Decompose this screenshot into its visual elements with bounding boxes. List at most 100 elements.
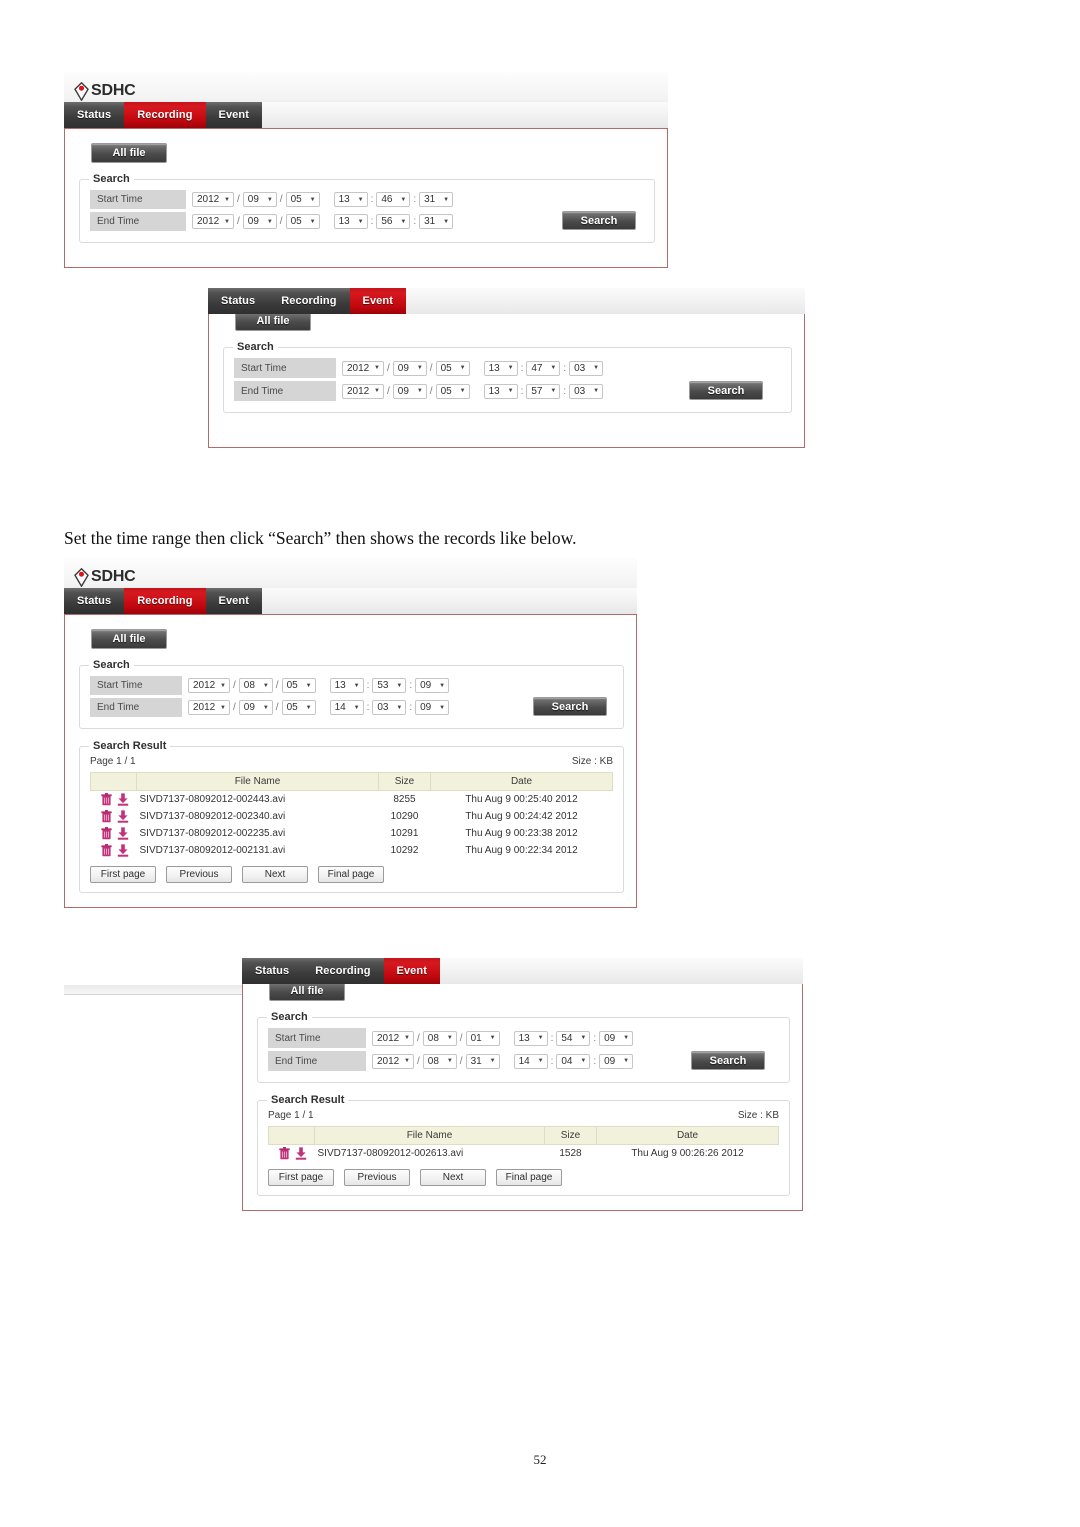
start-time-second[interactable]: 09 ▼: [415, 678, 450, 693]
start-time-minute[interactable]: 54 ▼: [556, 1030, 591, 1046]
end-time-month[interactable]: 08 ▼: [422, 1053, 457, 1069]
tab-status[interactable]: Status: [64, 588, 125, 614]
all-file-button[interactable]: All file: [91, 629, 167, 649]
pager-first-page[interactable]: First page: [268, 1169, 334, 1186]
start-time-year[interactable]: 2012 ▼: [372, 1030, 414, 1046]
end-time-second[interactable]: 09 ▼: [415, 700, 450, 715]
download-icon[interactable]: [117, 793, 129, 806]
search-button-wrap: Search: [562, 190, 636, 234]
end-time-day[interactable]: 05 ▼: [435, 383, 470, 399]
tab-event[interactable]: Event: [205, 102, 262, 128]
panel-body: All file Search Start Time 2012 ▼ / 08 ▼ / 05 ▼ 13 ▼…: [64, 614, 637, 908]
all-file-button[interactable]: All file: [269, 981, 345, 1001]
end-time-second-value: 09: [420, 702, 432, 713]
date-separator: /: [237, 216, 240, 227]
pager-previous[interactable]: Previous: [166, 866, 232, 883]
trash-icon[interactable]: [100, 793, 112, 806]
search-button[interactable]: Search: [689, 381, 763, 400]
start-time-month[interactable]: 09 ▼: [392, 360, 427, 376]
pager-next[interactable]: Next: [242, 866, 308, 883]
end-time-label: End Time: [90, 212, 186, 231]
start-time-minute[interactable]: 46 ▼: [376, 192, 411, 207]
end-time-year[interactable]: 2012 ▼: [372, 1053, 414, 1069]
download-icon[interactable]: [117, 844, 129, 857]
trash-icon[interactable]: [100, 827, 112, 840]
tab-status[interactable]: Status: [64, 102, 125, 128]
start-time-year[interactable]: 2012 ▼: [192, 192, 234, 207]
start-time-day[interactable]: 05 ▼: [281, 678, 316, 693]
pager-final-page[interactable]: Final page: [496, 1169, 562, 1186]
end-time-month[interactable]: 09 ▼: [392, 383, 427, 399]
start-time-month[interactable]: 08 ▼: [422, 1030, 457, 1046]
start-time-month[interactable]: 08 ▼: [238, 678, 273, 693]
start-time-hour[interactable]: 13 ▼: [329, 678, 364, 693]
tab-status[interactable]: Status: [242, 958, 303, 984]
time-rows: Start Time 2012 ▼/09 ▼/05 ▼ 13 ▼:47 ▼:03 ▼ End Ti…: [234, 358, 689, 404]
end-time-hour[interactable]: 13 ▼: [483, 383, 518, 399]
start-time-hour[interactable]: 13 ▼: [333, 192, 368, 207]
end-time-day[interactable]: 05 ▼: [285, 214, 320, 229]
start-time-minute[interactable]: 53 ▼: [372, 678, 407, 693]
pager-final-page[interactable]: Final page: [318, 866, 384, 883]
start-time-second[interactable]: 31 ▼: [419, 192, 454, 207]
trash-icon[interactable]: [100, 810, 112, 823]
start-time-hour-value: 13: [518, 1032, 530, 1044]
end-time-day[interactable]: 31 ▼: [465, 1053, 500, 1069]
table-row: SIVD7137-08092012-002613.avi 1528 Thu Aug …: [269, 1145, 779, 1163]
pager-next[interactable]: Next: [420, 1169, 486, 1186]
end-time-month[interactable]: 09 ▼: [238, 700, 273, 715]
start-time-year[interactable]: 2012 ▼: [188, 678, 230, 693]
trash-icon[interactable]: [278, 1147, 290, 1160]
end-time-year[interactable]: 2012 ▼: [342, 383, 384, 399]
all-file-button[interactable]: All file: [235, 311, 311, 331]
start-time-hour[interactable]: 13 ▼: [513, 1030, 548, 1046]
tab-recording[interactable]: Recording: [302, 958, 384, 984]
start-time-year[interactable]: 2012 ▼: [342, 360, 384, 376]
tab-recording[interactable]: Recording: [124, 588, 206, 614]
pager-previous[interactable]: Previous: [344, 1169, 410, 1186]
chevron-down-icon: ▼: [537, 1035, 544, 1041]
end-time-minute[interactable]: 56 ▼: [376, 214, 411, 229]
start-time-second[interactable]: 03 ▼: [569, 360, 604, 376]
tab-recording[interactable]: Recording: [124, 102, 206, 128]
download-icon[interactable]: [295, 1147, 307, 1160]
end-time-hour[interactable]: 14 ▼: [513, 1053, 548, 1069]
end-time-minute[interactable]: 03 ▼: [372, 700, 407, 715]
start-time-hour[interactable]: 13 ▼: [483, 360, 518, 376]
start-time-row: Start Time 2012 ▼/09 ▼/05 ▼ 13 ▼:46 ▼:31 ▼: [90, 190, 562, 209]
tab-recording[interactable]: Recording: [268, 288, 350, 314]
download-icon[interactable]: [117, 810, 129, 823]
search-button[interactable]: Search: [691, 1051, 765, 1070]
end-time-second[interactable]: 09 ▼: [599, 1053, 634, 1069]
end-time-year[interactable]: 2012 ▼: [192, 214, 234, 229]
end-time-second[interactable]: 31 ▼: [419, 214, 454, 229]
file-date-cell: Thu Aug 9 00:25:40 2012: [465, 794, 578, 805]
end-time-year[interactable]: 2012 ▼: [188, 700, 230, 715]
start-time-day[interactable]: 05 ▼: [435, 360, 470, 376]
start-time-day[interactable]: 05 ▼: [285, 192, 320, 207]
all-file-button[interactable]: All file: [91, 143, 167, 163]
tab-status[interactable]: Status: [208, 288, 269, 314]
time-separator: :: [550, 1032, 554, 1044]
tab-event[interactable]: Event: [205, 588, 262, 614]
tab-event[interactable]: Event: [383, 958, 440, 984]
end-time-second[interactable]: 03 ▼: [569, 383, 604, 399]
download-icon[interactable]: [117, 827, 129, 840]
end-time-minute[interactable]: 04 ▼: [556, 1053, 591, 1069]
search-button[interactable]: Search: [533, 697, 607, 716]
end-time-month[interactable]: 09 ▼: [242, 214, 277, 229]
end-time-hour[interactable]: 13 ▼: [333, 214, 368, 229]
end-time-minute[interactable]: 57 ▼: [526, 383, 561, 399]
start-time-day[interactable]: 01 ▼: [465, 1030, 500, 1046]
search-fieldset: Search Start Time 2012 ▼/08 ▼/05 ▼ 13 ▼:53 ▼:09 ▼…: [79, 659, 624, 729]
tab-event[interactable]: Event: [349, 288, 406, 314]
start-time-month[interactable]: 09 ▼: [242, 192, 277, 207]
trash-icon[interactable]: [100, 844, 112, 857]
file-date-cell: Thu Aug 9 00:23:38 2012: [465, 828, 578, 839]
start-time-minute[interactable]: 47 ▼: [526, 360, 561, 376]
end-time-hour[interactable]: 14 ▼: [329, 700, 364, 715]
search-button[interactable]: Search: [562, 211, 636, 230]
start-time-second[interactable]: 09 ▼: [599, 1030, 634, 1046]
end-time-day[interactable]: 05 ▼: [281, 700, 316, 715]
pager-first-page[interactable]: First page: [90, 866, 156, 883]
